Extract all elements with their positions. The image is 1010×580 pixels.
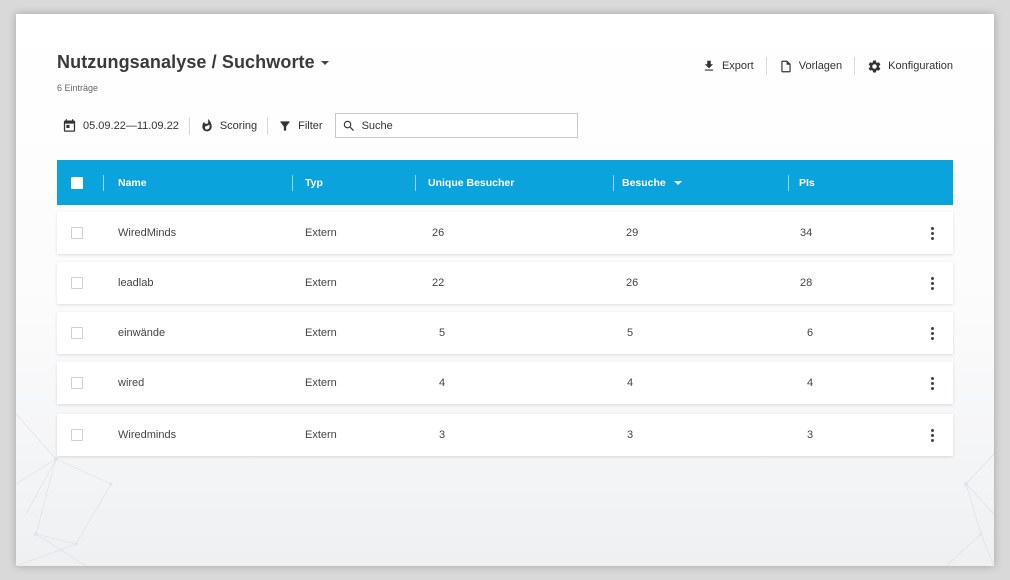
table-row[interactable]: einwände Extern 5 5 6 [57, 312, 953, 354]
row-checkbox[interactable] [71, 414, 83, 456]
scoring-label: Scoring [219, 119, 258, 132]
templates-label: Vorlagen [798, 60, 843, 72]
checkbox-box [71, 227, 83, 239]
flame-icon [202, 118, 212, 132]
more-vert-icon [927, 323, 938, 344]
table-row[interactable]: leadlab Extern 22 26 28 [57, 262, 953, 304]
checkbox-box [71, 377, 83, 389]
cell-type: Extern [305, 227, 337, 239]
row-more-button[interactable] [927, 362, 938, 404]
table-row[interactable]: Wiredminds Extern 3 3 3 [57, 414, 953, 456]
cell-pis: 4 [807, 377, 814, 389]
cell-unique-visitors: 4 [439, 377, 446, 389]
column-header-visits-label: Besuche [622, 176, 666, 189]
divider [188, 116, 190, 135]
download-icon [704, 60, 714, 71]
cell-pis: 28 [800, 277, 813, 289]
date-range-button[interactable]: 05.09.22—11.09.22 [62, 118, 179, 133]
cell-unique-visitors: 3 [439, 429, 446, 441]
search-field[interactable] [334, 113, 578, 138]
filter-icon [280, 120, 290, 131]
page-title: Nutzungsanalyse / Suchworte [57, 52, 315, 72]
cell-name: wired [118, 377, 145, 389]
column-separator [292, 175, 293, 191]
cell-name: einwände [118, 327, 166, 339]
cell-type: Extern [305, 277, 337, 289]
checkbox-box [71, 429, 83, 441]
export-button[interactable]: Export [690, 56, 766, 76]
toolbar: 05.09.22—11.09.22 Scoring Filter [62, 113, 578, 138]
more-vert-icon [927, 223, 938, 244]
row-checkbox[interactable] [71, 362, 83, 404]
entry-count: 6 Einträge [57, 83, 99, 93]
header-actions: Export Vorlagen Konfiguration [690, 56, 953, 76]
cell-unique-visitors: 5 [439, 327, 446, 339]
search-input[interactable] [361, 119, 562, 132]
table-row[interactable]: WiredMinds Extern 26 29 34 [57, 212, 953, 254]
cell-unique-visitors: 26 [432, 227, 445, 239]
cell-visits: 3 [627, 429, 634, 441]
sort-desc-icon [673, 180, 682, 185]
table-header: Name Typ Unique Besucher Besuche PIs [57, 160, 953, 205]
row-more-button[interactable] [927, 312, 938, 354]
chevron-down-icon [320, 60, 329, 65]
column-header-unique-visitors[interactable]: Unique Besucher [428, 160, 514, 205]
column-header-pis[interactable]: PIs [799, 160, 815, 205]
configuration-button[interactable]: Konfiguration [855, 56, 953, 76]
row-checkbox[interactable] [71, 262, 83, 304]
cell-visits: 4 [627, 377, 634, 389]
cell-name: WiredMinds [118, 227, 177, 239]
column-separator [103, 175, 104, 191]
select-all-checkbox[interactable] [71, 160, 83, 205]
cell-name: leadlab [118, 277, 154, 289]
cell-name: Wiredminds [118, 429, 177, 441]
export-label: Export [721, 60, 754, 72]
column-separator [788, 175, 789, 191]
more-vert-icon [927, 273, 938, 294]
app-window: Nutzungsanalyse / Suchworte 6 Einträge E… [16, 14, 994, 566]
filter-label: Filter [298, 119, 323, 132]
document-icon [781, 60, 791, 72]
cell-type: Extern [305, 327, 337, 339]
cell-unique-visitors: 22 [432, 277, 445, 289]
search-icon [343, 120, 354, 131]
configuration-label: Konfiguration [888, 60, 953, 72]
cell-visits: 5 [627, 327, 634, 339]
cell-visits: 26 [626, 277, 639, 289]
filter-button[interactable]: Filter [278, 119, 323, 133]
date-range-label: 05.09.22—11.09.22 [83, 119, 179, 132]
table-row[interactable]: wired Extern 4 4 4 [57, 362, 953, 404]
gear-icon [868, 60, 881, 72]
cell-type: Extern [305, 377, 337, 389]
cell-pis: 3 [807, 429, 814, 441]
templates-button[interactable]: Vorlagen [767, 56, 854, 76]
checkbox-box [71, 176, 83, 189]
column-header-type[interactable]: Typ [305, 160, 323, 205]
column-separator [613, 175, 614, 191]
row-checkbox[interactable] [71, 312, 83, 354]
divider [267, 116, 269, 135]
calendar-icon [63, 119, 76, 132]
cell-type: Extern [305, 429, 337, 441]
column-header-visits[interactable]: Besuche [622, 160, 682, 205]
cell-visits: 29 [626, 227, 639, 239]
column-separator [415, 175, 416, 191]
cell-pis: 34 [800, 227, 813, 239]
more-vert-icon [927, 425, 938, 446]
more-vert-icon [927, 373, 938, 394]
row-more-button[interactable] [927, 212, 938, 254]
row-more-button[interactable] [927, 414, 938, 456]
checkbox-box [71, 327, 83, 339]
row-checkbox[interactable] [71, 212, 83, 254]
column-header-name[interactable]: Name [118, 160, 147, 205]
checkbox-box [71, 277, 83, 289]
page-title-dropdown[interactable]: Nutzungsanalyse / Suchworte [57, 52, 329, 73]
cell-pis: 6 [807, 327, 814, 339]
row-more-button[interactable] [927, 262, 938, 304]
scoring-button[interactable]: Scoring [200, 118, 257, 133]
